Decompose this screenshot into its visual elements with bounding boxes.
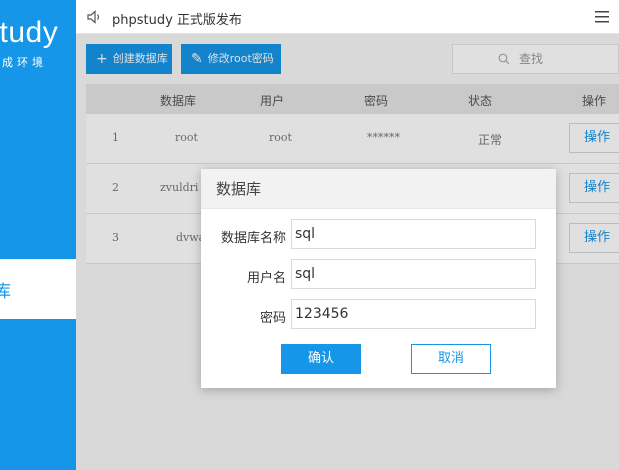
- app-logo-subtitle: 成环境: [2, 56, 47, 69]
- speaker-icon: [87, 10, 100, 24]
- sidebar-item-label: 库: [0, 282, 11, 302]
- hamburger-menu-icon[interactable]: [595, 11, 609, 23]
- password-label: 密码: [259, 311, 286, 326]
- database-dialog: 数据库 数据库名称 sql 用户名 sql 密码 123456 确认 取消: [201, 169, 556, 388]
- database-name-label: 数据库名称: [220, 231, 286, 246]
- app-logo: study: [0, 16, 59, 49]
- top-bar: phpstudy 正式版发布: [76, 0, 619, 34]
- username-field[interactable]: sql: [291, 259, 536, 289]
- username-label: 用户名: [246, 271, 286, 286]
- dialog-title: 数据库: [201, 169, 556, 209]
- cancel-button[interactable]: 取消: [411, 344, 491, 374]
- announcement-title[interactable]: phpstudy 正式版发布: [112, 9, 242, 28]
- confirm-button[interactable]: 确认: [281, 344, 361, 374]
- sidebar: study 成环境 库: [0, 0, 76, 470]
- password-field[interactable]: 123456: [291, 299, 536, 329]
- database-name-field[interactable]: sql: [291, 219, 536, 249]
- sidebar-item-database[interactable]: 库: [0, 259, 76, 319]
